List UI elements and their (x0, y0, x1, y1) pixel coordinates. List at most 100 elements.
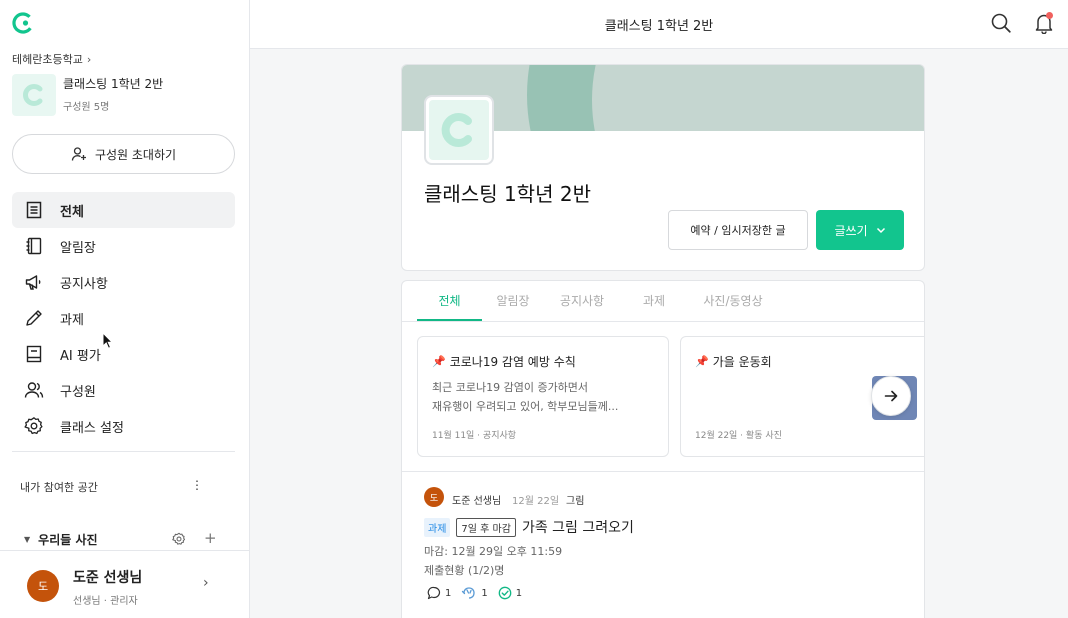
gear-icon (24, 417, 43, 435)
add-space-icon[interactable]: + (204, 529, 217, 547)
arrow-right-icon (884, 390, 898, 402)
notification-dot (1046, 12, 1053, 19)
active-tab-indicator (417, 319, 482, 321)
people-icon (24, 382, 44, 398)
write-label: 글쓰기 (834, 223, 868, 238)
post-stats: 1 1 1 (427, 586, 522, 600)
tab-all[interactable]: 전체 (417, 292, 482, 309)
feed-tabs: 전체 알림장 공지사항 과제 사진/동영상 (402, 281, 924, 322)
avatar: 도 (27, 570, 59, 602)
sidebar-item-label: 공지사항 (60, 276, 108, 292)
class-logo-icon (23, 84, 43, 106)
comment-count: 1 (445, 587, 452, 599)
profile-role: 선생님 · 관리자 (73, 596, 138, 607)
sidebar-item-label: 과제 (60, 312, 84, 328)
tab-assignments[interactable]: 과제 (634, 292, 674, 309)
notice-body: 재유행이 우려되고 있어, 학부모님들께... (432, 400, 619, 413)
pinned-notice-card[interactable]: 📌 코로나19 감염 예방 수칙 최근 코로나19 감염이 증가하면서 재유행이… (417, 336, 669, 457)
comment-icon (427, 586, 441, 600)
notice-meta: 12월 22일 · 활동 사진 (695, 431, 782, 441)
post-title: 가족 그림 그려오기 (521, 520, 634, 536)
assignment-badge: 과제 (424, 517, 451, 537)
mouse-cursor-icon (102, 332, 114, 349)
reaction-count: 1 (481, 587, 488, 599)
notice-body: 최근 코로나19 감염이 증가하면서 (432, 381, 589, 394)
comment-stat[interactable]: 1 (427, 586, 451, 600)
sidebar-divider (12, 451, 235, 452)
carousel-next-button[interactable] (871, 376, 911, 416)
sidebar-item-ai-eval[interactable]: AI 평가 (12, 336, 235, 372)
sidebar-item-announcements[interactable]: 공지사항 (12, 264, 235, 300)
add-user-icon (71, 147, 86, 161)
chevron-down-icon (876, 227, 885, 234)
tab-announcements[interactable]: 공지사항 (550, 292, 614, 309)
notice-title: 가을 운동회 (712, 355, 772, 369)
due-badge: 7일 후 마감 (456, 517, 516, 537)
classting-logo-icon[interactable] (12, 12, 34, 34)
class-logo-icon (441, 113, 472, 147)
document-icon (26, 201, 42, 219)
sidebar-item-members[interactable]: 구성원 (12, 372, 235, 408)
sidebar-item-label: AI 평가 (60, 348, 101, 364)
post-deadline: 마감: 12월 29일 오후 11:59 (424, 545, 563, 558)
check-stat[interactable]: 1 (498, 586, 522, 600)
sidebar-item-all[interactable]: 전체 (12, 192, 235, 228)
space-item-photos[interactable]: ▼ 우리들 사진 (24, 531, 98, 548)
sidebar: 테헤란초등학교 › 클래스팅 1학년 2반 구성원 5명 구성원 초대하기 전체… (0, 0, 250, 618)
caret-down-icon: ▼ (24, 535, 31, 544)
notice-title: 코로나19 감염 예방 수칙 (449, 355, 576, 369)
post-date: 12월 22일 (512, 496, 560, 507)
class-name: 클래스팅 1학년 2반 (63, 77, 164, 91)
clap-icon (462, 587, 476, 599)
pencil-icon (26, 310, 42, 326)
post-divider (402, 471, 924, 472)
invite-members-button[interactable]: 구성원 초대하기 (12, 134, 235, 174)
profile-section[interactable]: 도 도준 선생님 선생님 · 관리자 › (0, 550, 249, 618)
sidebar-item-label: 클래스 설정 (60, 420, 124, 436)
post-category: 그림 (566, 496, 585, 507)
class-thumbnail (12, 74, 56, 116)
sidebar-nav: 전체 알림장 공지사항 과제 AI 평가 구성원 클래스 설정 (12, 192, 235, 444)
class-logo (424, 95, 494, 165)
write-post-button[interactable]: 글쓰기 (816, 210, 904, 250)
sidebar-item-class-settings[interactable]: 클래스 설정 (12, 408, 235, 444)
pin-icon: 📌 (695, 355, 709, 368)
chevron-right-icon: › (203, 575, 209, 591)
space-settings-icon[interactable] (172, 532, 186, 546)
kebab-menu-icon[interactable]: ⋮ (191, 478, 203, 492)
sidebar-item-notes[interactable]: 알림장 (12, 228, 235, 264)
tab-photos-videos[interactable]: 사진/동영상 (690, 292, 776, 309)
school-name: 테헤란초등학교 (12, 53, 83, 66)
notebook-icon (26, 237, 42, 255)
pin-icon: 📌 (432, 355, 446, 368)
page-title: 클래스팅 1학년 2반 (604, 19, 714, 34)
profile-name: 도준 선생님 (73, 570, 143, 586)
feed-card: 전체 알림장 공지사항 과제 사진/동영상 📌 코로나19 감염 예방 수칙 최… (401, 280, 925, 618)
space-item-label: 우리들 사진 (38, 533, 98, 547)
my-space-heading: 내가 참여한 공간 (20, 481, 98, 494)
sidebar-item-label: 전체 (60, 204, 84, 220)
top-bar: 클래스팅 1학년 2반 (250, 0, 1068, 49)
class-title: 클래스팅 1학년 2반 (424, 182, 591, 206)
reserved-drafts-button[interactable]: 예약 / 임시저장한 글 (668, 210, 808, 250)
post-author[interactable]: 도준 선생님 (452, 492, 501, 507)
submission-status: 제출현황 (1/2)명 (424, 564, 505, 577)
class-header-card: 클래스팅 1학년 2반 예약 / 임시저장한 글 글쓰기 (401, 64, 925, 271)
post-title-row[interactable]: 과제 7일 후 마감 가족 그림 그려오기 (424, 517, 634, 537)
notice-meta: 11월 11일 · 공지사항 (432, 431, 517, 441)
check-count: 1 (515, 587, 523, 599)
class-member-count: 구성원 5명 (63, 102, 110, 113)
sidebar-item-assignments[interactable]: 과제 (12, 300, 235, 336)
invite-label: 구성원 초대하기 (94, 147, 177, 162)
check-circle-icon (498, 586, 512, 600)
reaction-stat[interactable]: 1 (461, 586, 488, 600)
avatar: 도 (424, 487, 444, 507)
school-breadcrumb[interactable]: 테헤란초등학교 › (12, 51, 91, 67)
book-icon (26, 345, 42, 363)
chevron-right-icon: › (86, 52, 92, 66)
sidebar-item-label: 구성원 (60, 384, 96, 400)
sidebar-item-label: 알림장 (60, 240, 96, 256)
tab-notes[interactable]: 알림장 (488, 292, 538, 309)
megaphone-icon (25, 275, 41, 290)
search-icon[interactable] (990, 12, 1012, 34)
